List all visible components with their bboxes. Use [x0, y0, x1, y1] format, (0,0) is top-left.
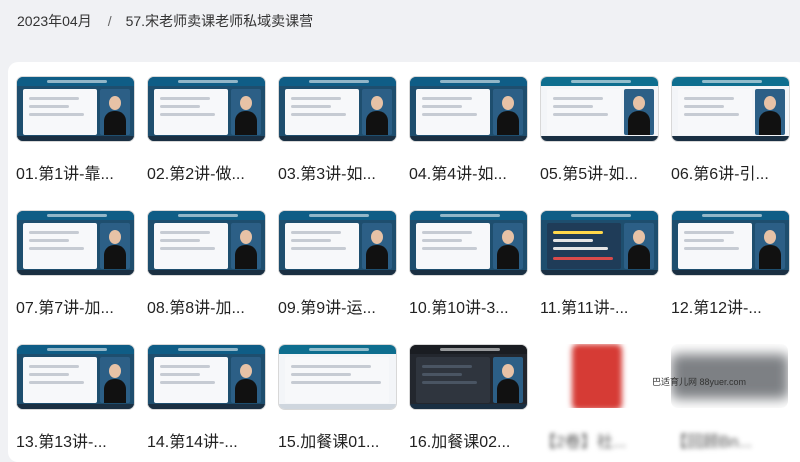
video-title: 03.第3讲-如... — [278, 166, 376, 183]
watermark-text: 巴适育儿网 88yuer.com — [652, 377, 747, 387]
file-title: 【回顾Bn... — [671, 434, 752, 451]
video-thumbnail[interactable] — [147, 344, 266, 410]
video-thumbnail[interactable] — [16, 344, 135, 410]
video-title: 06.第6讲-引... — [671, 166, 769, 183]
breadcrumb-current-folder: 57.宋老师卖课老师私域卖课营 — [125, 13, 314, 29]
video-thumbnail[interactable] — [278, 210, 397, 276]
file-title: 【2卷】社... — [540, 434, 627, 451]
video-title: 02.第2讲-做... — [147, 166, 245, 183]
video-thumbnail[interactable] — [671, 76, 790, 142]
video-thumbnail[interactable] — [147, 76, 266, 142]
breadcrumb: 2023年04月 / 57.宋老师卖课老师私域卖课营 — [17, 10, 313, 32]
video-title: 15.加餐课01... — [278, 434, 380, 451]
video-title: 05.第5讲-如... — [540, 166, 638, 183]
video-title: 09.第9讲-运... — [278, 300, 376, 317]
video-thumbnail[interactable] — [671, 210, 790, 276]
video-thumbnail[interactable] — [409, 76, 528, 142]
breadcrumb-separator: / — [107, 13, 112, 29]
video-thumbnail[interactable] — [540, 76, 659, 142]
video-thumbnail[interactable] — [16, 76, 135, 142]
video-title: 16.加餐课02... — [409, 434, 511, 451]
video-title: 01.第1讲-靠... — [16, 166, 114, 183]
video-title: 04.第4讲-如... — [409, 166, 507, 183]
video-thumbnail[interactable] — [278, 76, 397, 142]
file-grid-panel: 01.第1讲-靠... 02.第2讲-做... 03.第3讲-如... 04.第… — [8, 62, 800, 462]
file-thumbnail[interactable] — [540, 344, 657, 408]
video-thumbnail[interactable] — [147, 210, 266, 276]
video-title: 08.第8讲-加... — [147, 300, 245, 317]
video-thumbnail[interactable] — [278, 344, 397, 410]
video-thumbnail[interactable] — [409, 210, 528, 276]
video-title: 07.第7讲-加... — [16, 300, 114, 317]
video-title: 12.第12讲-... — [671, 300, 762, 317]
video-title: 14.第14讲-... — [147, 434, 238, 451]
video-title: 10.第10讲-3... — [409, 300, 509, 317]
breadcrumb-date[interactable]: 2023年04月 — [17, 11, 92, 31]
video-title: 13.第13讲-... — [16, 434, 107, 451]
video-thumbnail[interactable] — [409, 344, 528, 410]
video-thumbnail[interactable] — [16, 210, 135, 276]
video-title: 11.第11讲-... — [540, 300, 629, 317]
video-thumbnail[interactable] — [540, 210, 659, 276]
